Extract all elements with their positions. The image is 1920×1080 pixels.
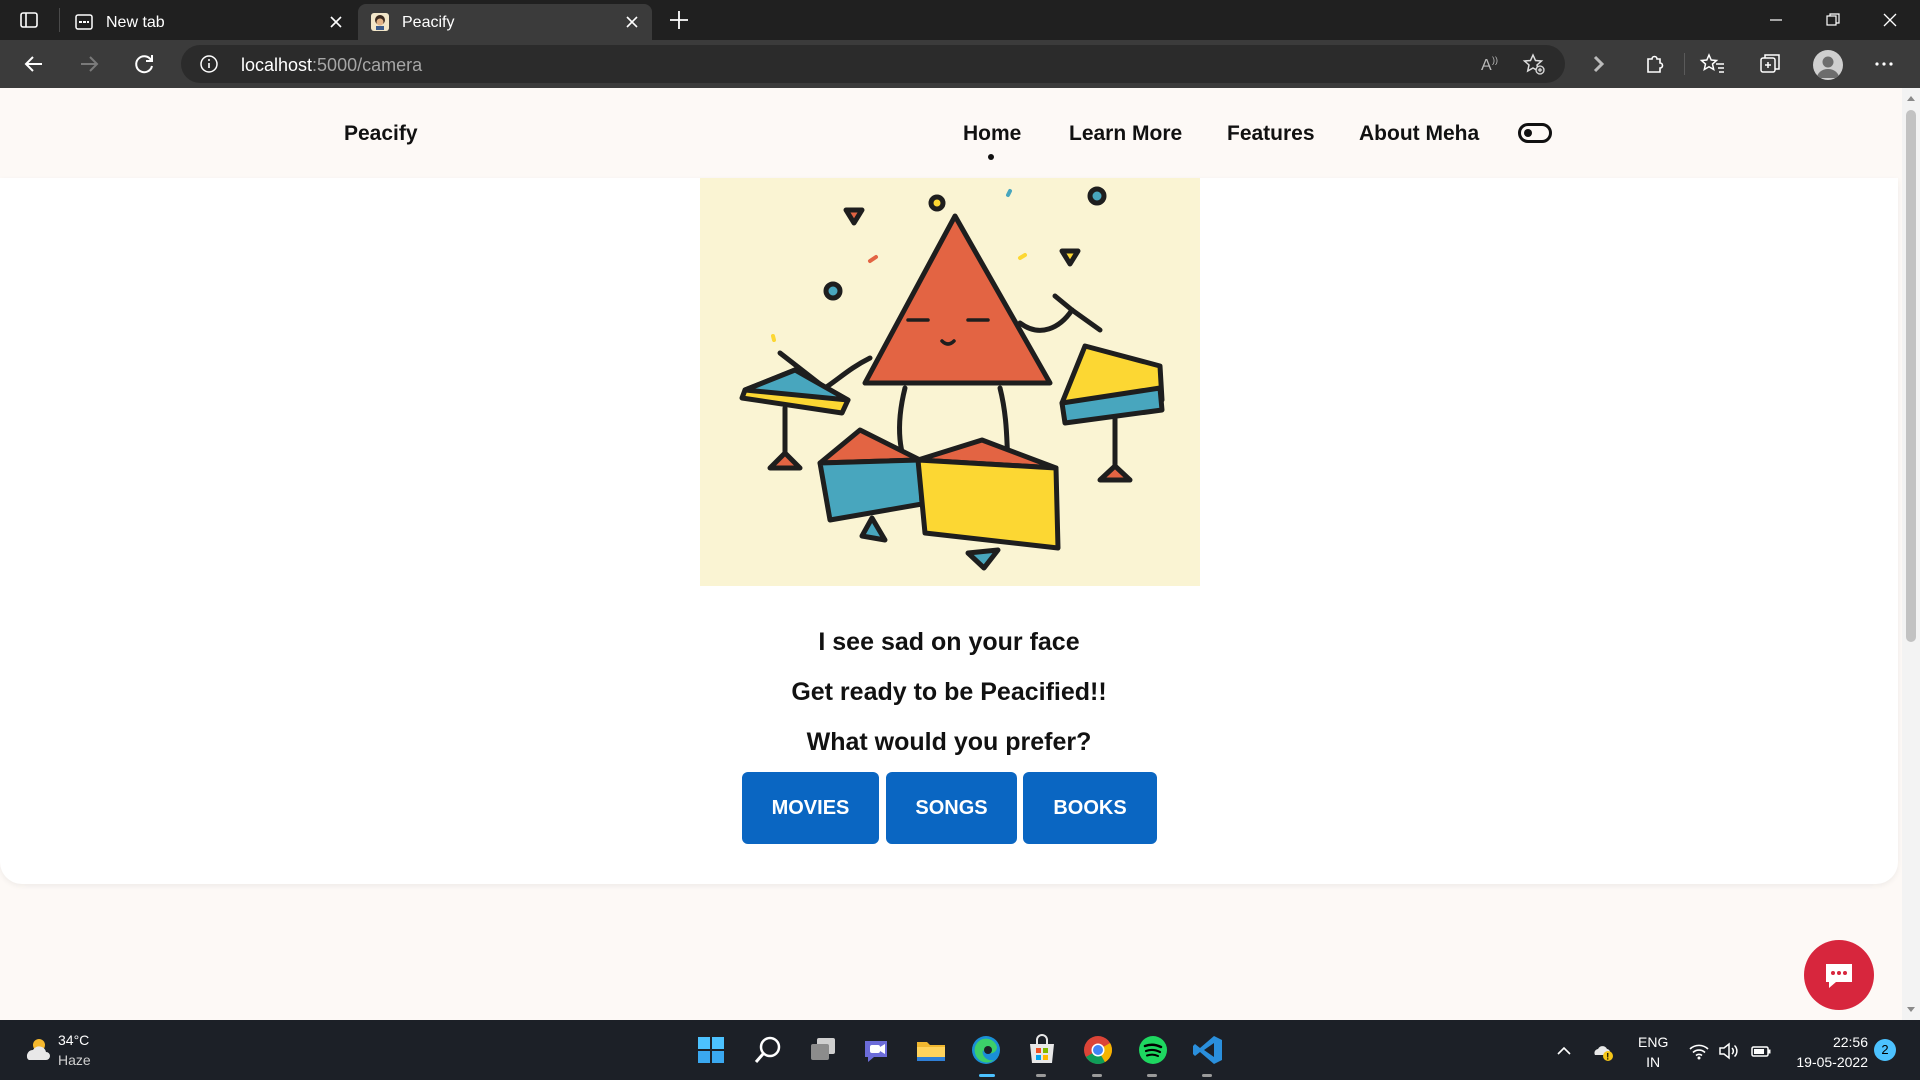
- collections-icon[interactable]: [1754, 48, 1786, 80]
- new-tab-button[interactable]: [666, 7, 692, 33]
- weather-haze-icon[interactable]: [22, 1035, 52, 1063]
- close-icon[interactable]: [624, 14, 640, 30]
- content-card: I see sad on your face Get ready to be P…: [0, 178, 1898, 884]
- teams-chat-icon[interactable]: [860, 1033, 894, 1067]
- spotify-icon[interactable]: [1136, 1033, 1170, 1067]
- svg-text:)): )): [1492, 55, 1498, 65]
- wifi-icon[interactable]: [1688, 1040, 1710, 1062]
- windows-start-icon[interactable]: [694, 1033, 728, 1067]
- tab-actions-icon[interactable]: [18, 9, 40, 31]
- page-viewport: Peacify Home Learn More Features About M…: [0, 88, 1902, 1020]
- site-navbar: Peacify Home Learn More Features About M…: [0, 88, 1902, 178]
- more-options-icon[interactable]: [1868, 48, 1900, 80]
- windows-taskbar: 34°C Haze ! ENG IN 22:56 19-05-2022 2: [0, 1020, 1920, 1080]
- books-button[interactable]: BOOKS: [1023, 772, 1157, 844]
- edge-browser-icon[interactable]: [969, 1033, 1003, 1067]
- volume-icon[interactable]: [1717, 1040, 1739, 1062]
- tab-new-tab[interactable]: New tab: [62, 4, 356, 40]
- nav-features[interactable]: Features: [1227, 122, 1315, 146]
- chat-button[interactable]: [1804, 940, 1874, 1010]
- tab-peacify[interactable]: Peacify: [358, 4, 652, 40]
- battery-icon[interactable]: [1750, 1040, 1772, 1062]
- vscode-running-indicator: [1202, 1074, 1212, 1077]
- weather-temperature[interactable]: 34°C: [58, 1032, 89, 1048]
- browser-tab-bar: New tab Peacify: [0, 0, 1920, 40]
- emotion-message: I see sad on your face: [818, 628, 1080, 656]
- nav-home[interactable]: Home: [963, 122, 1021, 146]
- movies-button[interactable]: MOVIES: [742, 772, 879, 844]
- back-arrow-icon[interactable]: [18, 48, 50, 80]
- extensions-icon[interactable]: [1638, 48, 1670, 80]
- store-running-indicator: [1036, 1074, 1046, 1077]
- vertical-scrollbar[interactable]: [1902, 88, 1920, 1020]
- refresh-icon[interactable]: [128, 48, 160, 80]
- preference-question: What would you prefer?: [806, 728, 1092, 756]
- minimize-button[interactable]: [1748, 0, 1804, 40]
- url-text[interactable]: localhost:5000/camera: [241, 55, 422, 76]
- task-view-icon[interactable]: [806, 1033, 840, 1067]
- forward-arrow-icon[interactable]: [73, 48, 105, 80]
- profile-avatar[interactable]: [1813, 50, 1843, 80]
- edge-active-indicator: [979, 1074, 995, 1077]
- tab-title: Peacify: [402, 14, 455, 31]
- weather-condition[interactable]: Haze: [58, 1052, 91, 1068]
- scrollbar-thumb[interactable]: [1906, 110, 1916, 642]
- chat-bubble-icon: [1826, 964, 1852, 988]
- svg-text:!: !: [1606, 1052, 1609, 1062]
- drummer-triangle-illustration: [700, 178, 1200, 586]
- chevron-up-icon[interactable]: [1553, 1040, 1575, 1062]
- active-nav-indicator: [988, 154, 994, 160]
- chrome-icon[interactable]: [1081, 1033, 1115, 1067]
- site-info-icon[interactable]: [199, 54, 219, 74]
- scroll-down-arrow-icon[interactable]: [1907, 1007, 1915, 1012]
- svg-text:A: A: [1481, 57, 1492, 74]
- nav-learn-more[interactable]: Learn More: [1069, 122, 1182, 146]
- restore-button[interactable]: [1805, 0, 1861, 40]
- language-indicator[interactable]: ENG IN: [1638, 1032, 1668, 1072]
- notification-count-badge[interactable]: 2: [1874, 1039, 1896, 1061]
- microsoft-store-icon[interactable]: [1025, 1033, 1059, 1067]
- onedrive-warning-icon[interactable]: !: [1592, 1040, 1614, 1062]
- theme-toggle[interactable]: [1518, 123, 1552, 143]
- toolbar-divider: [1684, 53, 1685, 75]
- browser-toolbar: localhost:5000/camera A)): [0, 40, 1920, 88]
- scroll-up-arrow-icon[interactable]: [1907, 96, 1915, 101]
- nav-about-meha[interactable]: About Meha: [1359, 122, 1479, 146]
- site-brand[interactable]: Peacify: [344, 122, 418, 146]
- new-tab-page-icon: [74, 12, 94, 32]
- read-aloud-icon[interactable]: A)): [1479, 52, 1503, 76]
- search-icon[interactable]: [751, 1033, 785, 1067]
- tab-title: New tab: [106, 14, 165, 31]
- vscode-icon[interactable]: [1191, 1033, 1225, 1067]
- peacify-favicon-icon: [370, 12, 390, 32]
- system-clock[interactable]: 22:56 19-05-2022: [1784, 1032, 1868, 1072]
- close-window-button[interactable]: [1862, 0, 1918, 40]
- chevron-right-icon[interactable]: [1583, 48, 1615, 80]
- tab-separator: [59, 8, 60, 32]
- peacify-message: Get ready to be Peacified!!: [791, 678, 1107, 706]
- add-favorite-star-icon[interactable]: [1522, 52, 1546, 76]
- favorites-icon[interactable]: [1697, 48, 1729, 80]
- file-explorer-icon[interactable]: [914, 1033, 948, 1067]
- address-bar[interactable]: localhost:5000/camera A)): [181, 45, 1565, 83]
- toggle-knob: [1524, 129, 1532, 137]
- songs-button[interactable]: SONGS: [886, 772, 1017, 844]
- spotify-running-indicator: [1147, 1074, 1157, 1077]
- chrome-running-indicator: [1092, 1074, 1102, 1077]
- close-icon[interactable]: [328, 14, 344, 30]
